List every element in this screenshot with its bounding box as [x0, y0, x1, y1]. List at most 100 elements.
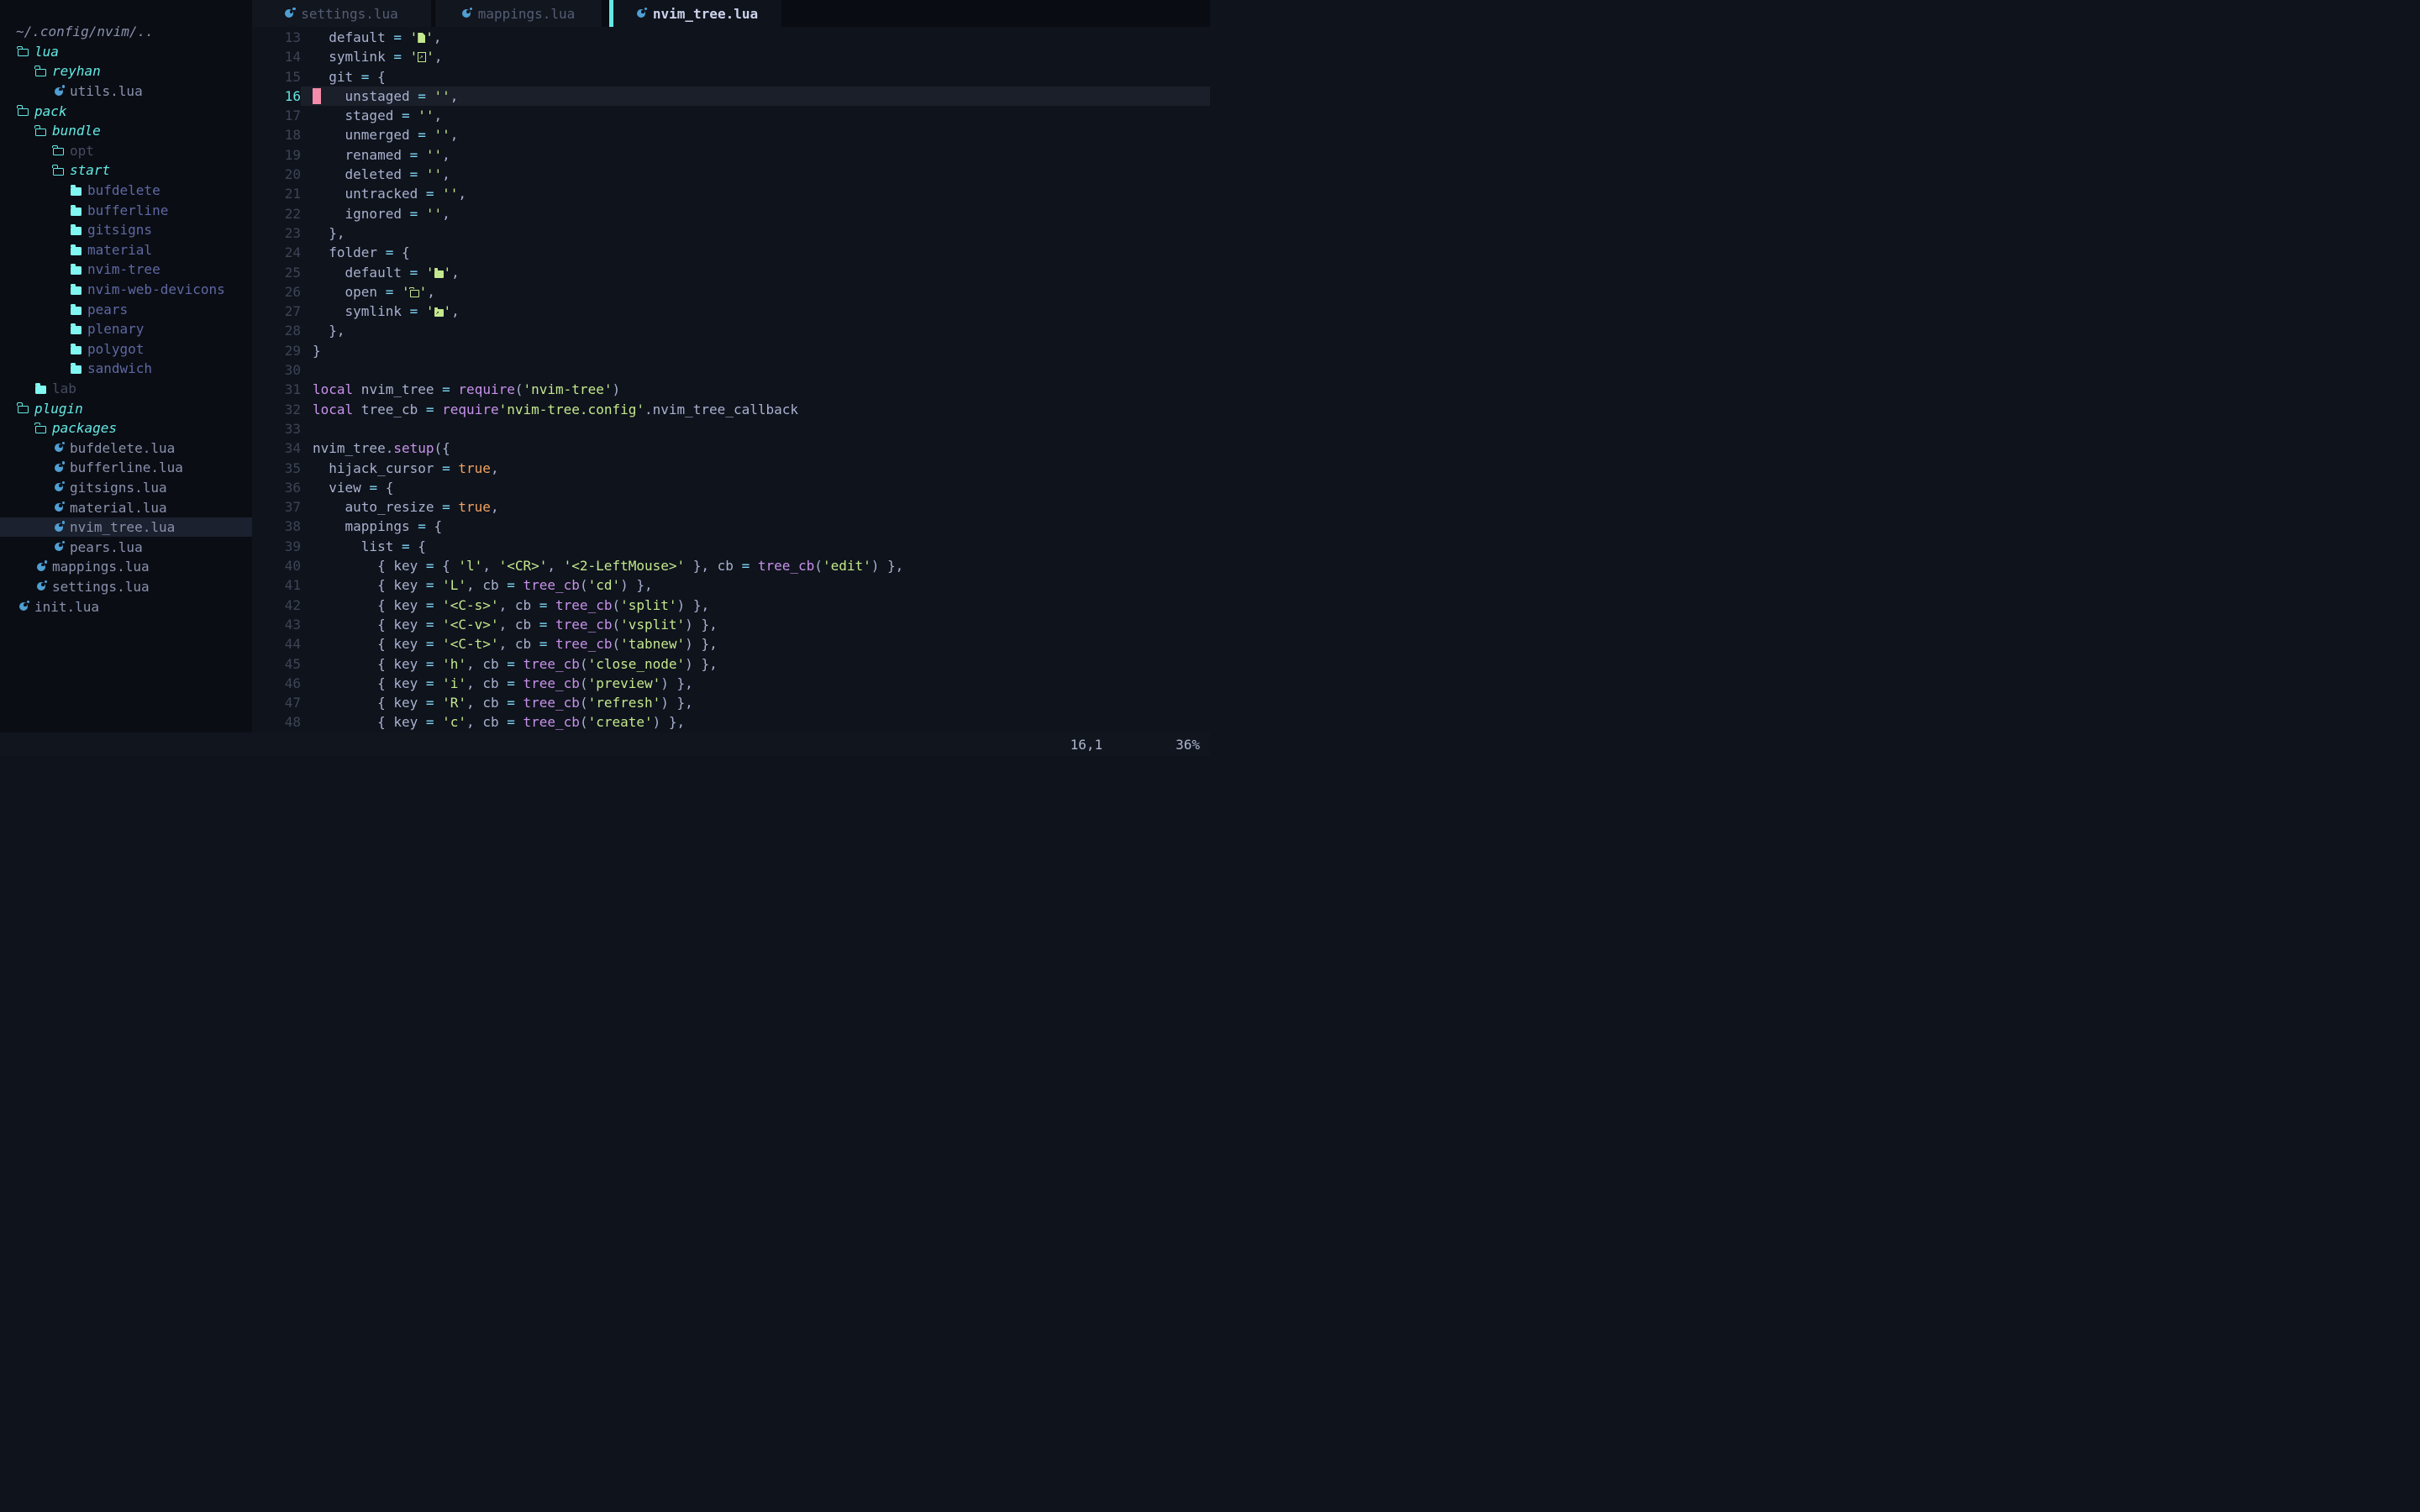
tree-item-icon-box: [70, 344, 82, 354]
code-line-text: untracked = '',: [301, 184, 1210, 203]
code-line-14[interactable]: 14 symlink = '',: [252, 47, 1210, 66]
code-line-17[interactable]: 17 staged = '',: [252, 106, 1210, 125]
code-line-41[interactable]: 41 { key = 'L', cb = tree_cb('cd') },: [252, 575, 1210, 595]
code-line-26[interactable]: 26 open = '',: [252, 282, 1210, 302]
tree-item-gitsigns.lua[interactable]: gitsigns.lua: [0, 478, 252, 498]
code-line-27[interactable]: 27 symlink = '',: [252, 302, 1210, 321]
tree-item-pears.lua[interactable]: pears.lua: [0, 537, 252, 557]
tree-item-opt[interactable]: opt: [0, 141, 252, 161]
tree-item-nvim-tree[interactable]: nvim-tree: [0, 260, 252, 280]
code-line-15[interactable]: 15 git = {: [252, 67, 1210, 87]
tree-item-label: gitsigns: [87, 222, 152, 238]
tree-item-nvim_tree.lua[interactable]: nvim_tree.lua: [0, 517, 252, 538]
code-line-25[interactable]: 25 default = '',: [252, 263, 1210, 282]
main-row: ~/.config/nvim/.. luareyhanutils.luapack…: [0, 0, 1210, 732]
tab-settings.lua[interactable]: settings.lua: [252, 0, 431, 27]
code-line-text: default = '',: [301, 28, 1210, 47]
code-line-29[interactable]: 29}: [252, 341, 1210, 360]
code-line-36[interactable]: 36 view = {: [252, 478, 1210, 497]
code-line-45[interactable]: 45 { key = 'h', cb = tree_cb('close_node…: [252, 654, 1210, 674]
line-number: 47: [252, 693, 301, 712]
file-icon: [418, 33, 425, 43]
lua-file-icon: [55, 503, 63, 512]
code-line-31[interactable]: 31local nvim_tree = require('nvim-tree'): [252, 380, 1210, 399]
code-line-21[interactable]: 21 untracked = '',: [252, 184, 1210, 203]
code-line-46[interactable]: 46 { key = 'i', cb = tree_cb('preview') …: [252, 674, 1210, 693]
code-line-text: { key = 'i', cb = tree_cb('preview') },: [301, 674, 1210, 693]
code-line-43[interactable]: 43 { key = '<C-v>', cb = tree_cb('vsplit…: [252, 615, 1210, 634]
tree-item-nvim-web-devicons[interactable]: nvim-web-devicons: [0, 280, 252, 300]
tree-item-mappings.lua[interactable]: mappings.lua: [0, 557, 252, 577]
code-line-37[interactable]: 37 auto_resize = true,: [252, 497, 1210, 517]
line-number: 36: [252, 478, 301, 497]
code-line-22[interactable]: 22 ignored = '',: [252, 204, 1210, 223]
code-line-30[interactable]: 30: [252, 360, 1210, 380]
tree-item-utils.lua[interactable]: utils.lua: [0, 81, 252, 102]
tree-item-bufferline.lua[interactable]: bufferline.lua: [0, 458, 252, 478]
tree-item-sandwich[interactable]: sandwich: [0, 359, 252, 379]
code-line-19[interactable]: 19 renamed = '',: [252, 145, 1210, 165]
tree-item-settings.lua[interactable]: settings.lua: [0, 577, 252, 597]
code-line-text: { key = '<C-s>', cb = tree_cb('split') }…: [301, 596, 1210, 615]
code-line-44[interactable]: 44 { key = '<C-t>', cb = tree_cb('tabnew…: [252, 634, 1210, 654]
tab-nvim_tree.lua[interactable]: nvim_tree.lua: [613, 0, 781, 27]
code-line-40[interactable]: 40 { key = { 'l', '<CR>', '<2-LeftMouse>…: [252, 556, 1210, 575]
nvim-tree-sidebar[interactable]: ~/.config/nvim/.. luareyhanutils.luapack…: [0, 0, 252, 732]
tree-item-reyhan[interactable]: reyhan: [0, 61, 252, 81]
tree-item-polygot[interactable]: polygot: [0, 339, 252, 360]
tab-label: mappings.lua: [478, 6, 576, 22]
code-line-47[interactable]: 47 { key = 'R', cb = tree_cb('refresh') …: [252, 693, 1210, 712]
tree-item-material[interactable]: material: [0, 240, 252, 260]
tree-item-gitsigns[interactable]: gitsigns: [0, 220, 252, 240]
tab-mappings.lua[interactable]: mappings.lua: [435, 0, 602, 27]
tree-item-bufferline[interactable]: bufferline: [0, 200, 252, 220]
tree-item-start[interactable]: start: [0, 160, 252, 181]
folder-open-icon: [410, 290, 419, 297]
code-line-20[interactable]: 20 deleted = '',: [252, 165, 1210, 184]
lua-file-icon: [55, 543, 63, 551]
code-line-text: default = '',: [301, 263, 1210, 282]
tree-item-init.lua[interactable]: init.lua: [0, 596, 252, 617]
code-line-13[interactable]: 13 default = '',: [252, 28, 1210, 47]
tree-item-icon-box: [52, 483, 65, 491]
code-line-32[interactable]: 32local tree_cb = require'nvim-tree.conf…: [252, 400, 1210, 419]
code-line-16[interactable]: 16 unstaged = '',: [252, 87, 1210, 106]
tree-item-bufdelete[interactable]: bufdelete: [0, 181, 252, 201]
tree-item-pack[interactable]: pack: [0, 101, 252, 121]
tree-item-icon-box: [70, 205, 82, 216]
code-line-39[interactable]: 39 list = {: [252, 537, 1210, 556]
tree-item-packages[interactable]: packages: [0, 418, 252, 438]
line-number: 32: [252, 400, 301, 419]
line-number: 41: [252, 575, 301, 595]
tree-item-plugin[interactable]: plugin: [0, 398, 252, 418]
code-line-48[interactable]: 48 { key = 'c', cb = tree_cb('create') }…: [252, 712, 1210, 732]
tree-item-bundle[interactable]: bundle: [0, 121, 252, 141]
code-line-24[interactable]: 24 folder = {: [252, 243, 1210, 262]
folder-icon: [35, 386, 46, 394]
code-line-18[interactable]: 18 unmerged = '',: [252, 125, 1210, 144]
code-editor[interactable]: 13 default = '',14 symlink = '',15 git =…: [252, 27, 1210, 732]
tree-item-lua[interactable]: lua: [0, 42, 252, 62]
code-line-28[interactable]: 28 },: [252, 321, 1210, 340]
line-number: 38: [252, 517, 301, 536]
folder-icon: [71, 365, 82, 374]
tree-item-icon-box: [70, 264, 82, 275]
code-line-33[interactable]: 33: [252, 419, 1210, 438]
code-line-35[interactable]: 35 hijack_cursor = true,: [252, 459, 1210, 478]
tree-item-bufdelete.lua[interactable]: bufdelete.lua: [0, 438, 252, 458]
code-line-38[interactable]: 38 mappings = {: [252, 517, 1210, 536]
scroll-percent: 36%: [1176, 737, 1200, 753]
folder-icon: [71, 247, 82, 255]
code-line-34[interactable]: 34nvim_tree.setup({: [252, 438, 1210, 458]
code-line-42[interactable]: 42 { key = '<C-s>', cb = tree_cb('split'…: [252, 596, 1210, 615]
code-line-23[interactable]: 23 },: [252, 223, 1210, 243]
folder-open-icon: [18, 108, 29, 116]
line-number: 48: [252, 712, 301, 732]
tree-item-material.lua[interactable]: material.lua: [0, 497, 252, 517]
code-line-text: unstaged = '',: [301, 87, 1210, 106]
tree-item-plenary[interactable]: plenary: [0, 319, 252, 339]
folder-open-icon: [53, 148, 64, 155]
tree-item-pears[interactable]: pears: [0, 299, 252, 319]
tree-item-icon-box: [70, 284, 82, 295]
tree-item-lab[interactable]: lab: [0, 379, 252, 399]
